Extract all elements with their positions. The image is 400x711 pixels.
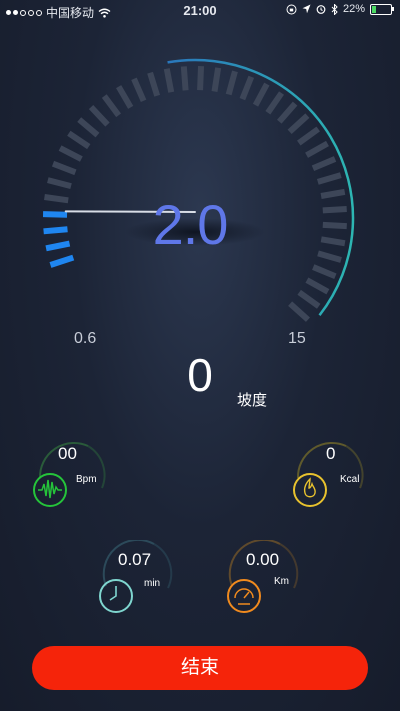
gauge-tick <box>316 172 342 185</box>
distance-unit: Km <box>274 576 289 587</box>
gauge-tick <box>197 66 205 91</box>
heart-rate-metric: 00 Bpm <box>30 432 130 518</box>
gauge-tick <box>43 226 68 235</box>
gauge-tick <box>305 277 330 295</box>
battery-percent: 22% <box>342 3 365 15</box>
heart-rate-value: 00 <box>58 444 77 463</box>
gauge-tick <box>287 113 310 135</box>
gauge-tick <box>320 188 346 199</box>
time-metric: 0.07 min <box>96 540 196 626</box>
gauge-tick <box>101 94 122 118</box>
calories-unit: Kcal <box>340 474 360 485</box>
location-icon <box>302 4 311 14</box>
incline-label: 坡度 <box>237 392 268 409</box>
gauge-tick <box>297 289 321 309</box>
time-unit: min <box>144 578 161 589</box>
gauge-tick <box>42 211 68 218</box>
gauge-tick <box>131 77 147 102</box>
gauge-tick <box>312 264 337 280</box>
gauge-tick <box>288 301 310 322</box>
gauge-tick <box>211 67 222 92</box>
gauge-tick <box>51 160 77 176</box>
status-bar: 中国移动 21:00 22% <box>0 0 400 22</box>
battery-icon <box>370 3 394 15</box>
gauge-tick <box>58 145 83 162</box>
calories-value: 0 <box>326 444 336 463</box>
flame-icon <box>293 473 327 507</box>
incline-value: 0 <box>187 349 213 401</box>
status-right: 22% <box>286 3 394 15</box>
gauge-tick <box>322 221 347 230</box>
distance-value: 0.00 <box>246 550 280 569</box>
gauge-tick <box>277 101 298 124</box>
gauge-tick <box>317 250 342 263</box>
speed-gauge: 2.0 0.6 15 <box>0 30 400 347</box>
gauge-min-label: 0.6 <box>74 330 97 347</box>
gauge-tick <box>49 254 75 268</box>
gauge-tick <box>322 205 347 214</box>
gauge-tick <box>305 140 329 158</box>
gauge-tick <box>67 130 91 150</box>
gauge-tick <box>88 105 110 127</box>
bluetooth-icon <box>331 3 338 15</box>
orientation-lock-icon <box>286 4 297 14</box>
gauge-tick <box>265 91 285 115</box>
alarm-icon <box>316 5 326 14</box>
gauge-tick <box>47 177 72 190</box>
heart-rate-unit: Bpm <box>76 474 97 485</box>
gauge-tick <box>147 71 161 97</box>
gauge-tick <box>77 117 100 138</box>
gauge-tick <box>180 66 189 91</box>
gauge-tick <box>225 70 238 96</box>
time-value: 0.07 <box>118 550 152 569</box>
calories-metric: 0 Kcal <box>288 432 388 518</box>
speed-value: 2.0 <box>152 193 229 256</box>
gauge-tick <box>320 236 346 247</box>
gauge-tick <box>297 126 320 146</box>
end-button[interactable]: 结束 <box>32 646 368 690</box>
gauge-max-label: 15 <box>288 330 306 347</box>
gauge-tick <box>163 68 175 93</box>
gauge-tick <box>45 240 71 252</box>
distance-metric: 0.00 Km <box>222 540 322 626</box>
gauge-tick <box>311 156 337 172</box>
gauge-tick <box>44 194 69 204</box>
gauge-tick <box>239 75 255 101</box>
gauge-tick <box>252 82 270 107</box>
gauge-tick <box>116 85 134 109</box>
gauge-dial <box>42 58 355 322</box>
